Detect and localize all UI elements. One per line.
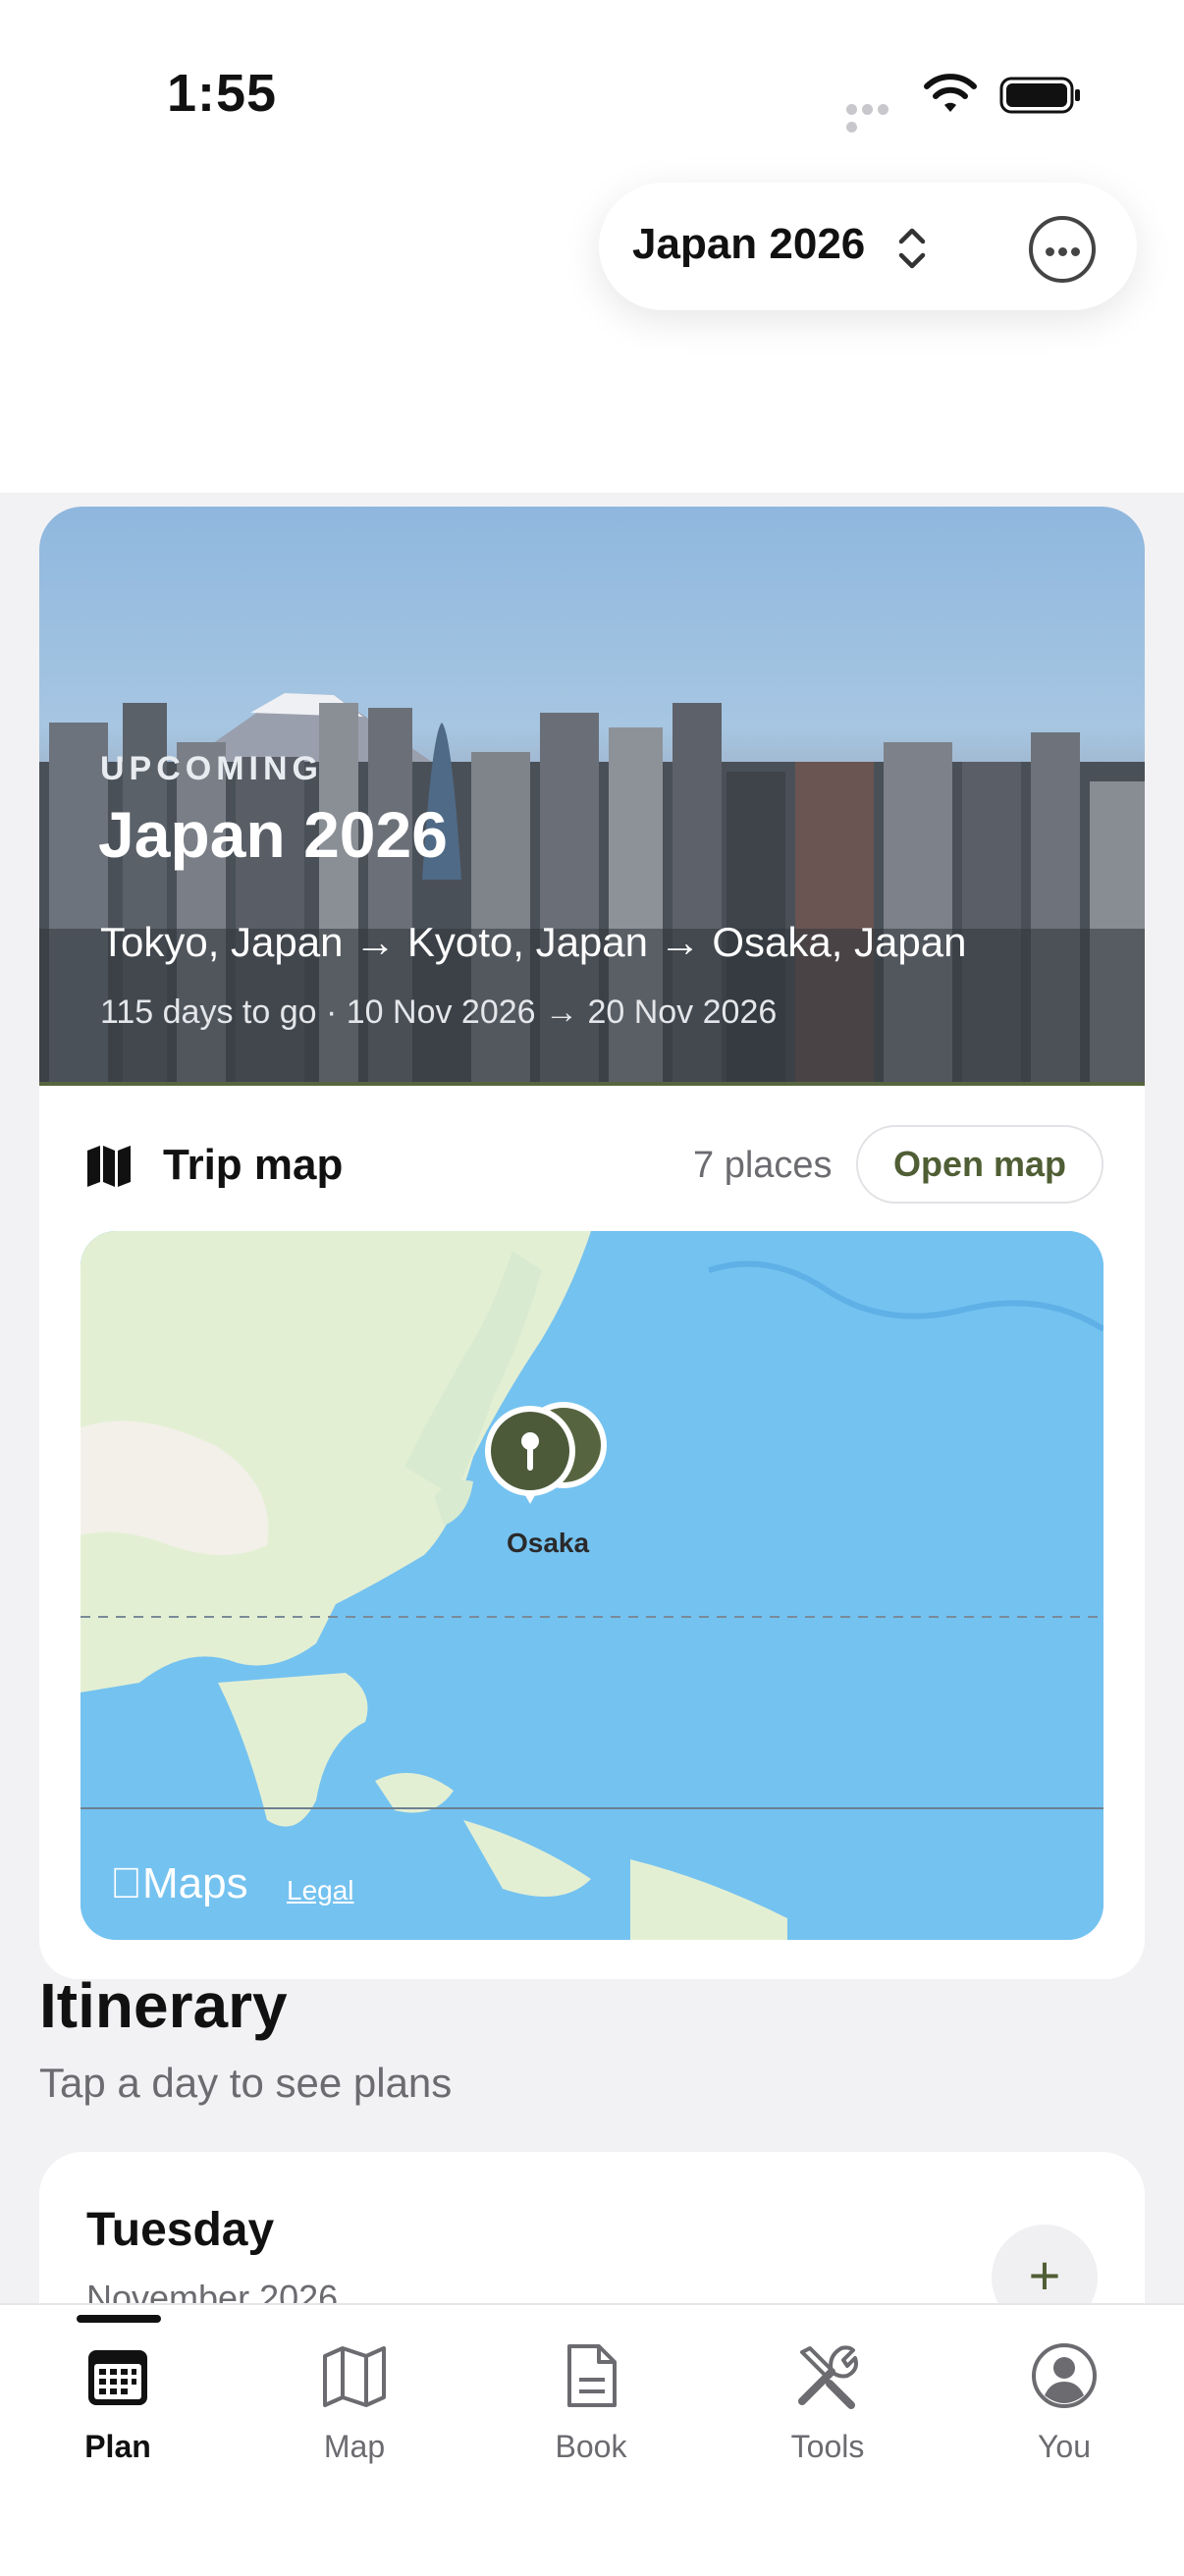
trip-map-card: Trip map 7 places Open map Osaka Maps Le… bbox=[39, 1086, 1145, 1979]
trip-hero-card[interactable]: UPCOMING Japan 2026 Tokyo, Japan → Kyoto… bbox=[39, 507, 1145, 1086]
apple-logo-icon:  bbox=[110, 1859, 142, 1907]
maps-brand-text: Maps bbox=[110, 1859, 248, 1907]
tab-you-label: You bbox=[1038, 2429, 1091, 2464]
more-options-button[interactable] bbox=[1029, 216, 1096, 283]
map-icon bbox=[323, 2346, 386, 2407]
itinerary-subtitle: Tap a day to see plans bbox=[39, 2060, 453, 2106]
trip-status-label: UPCOMING bbox=[100, 750, 323, 787]
wifi-icon bbox=[924, 74, 977, 112]
apple-maps-logo: Maps bbox=[110, 1859, 248, 1908]
battery-icon bbox=[999, 77, 1080, 114]
trip-switcher-label: Japan 2026 bbox=[632, 220, 866, 268]
person-icon bbox=[1032, 2343, 1097, 2408]
trip-switcher[interactable]: Japan 2026 bbox=[599, 183, 1137, 310]
trip-map-title: Trip map bbox=[163, 1141, 344, 1189]
itinerary-title: Itinerary bbox=[39, 1970, 288, 2041]
trip-title: Japan 2026 bbox=[98, 798, 448, 871]
tab-map[interactable]: Map bbox=[276, 2305, 433, 2501]
tab-you[interactable]: You bbox=[986, 2305, 1143, 2501]
legal-link[interactable]: Legal bbox=[287, 1875, 354, 1906]
tab-tools-label: Tools bbox=[790, 2429, 865, 2464]
tab-book-label: Book bbox=[555, 2429, 627, 2464]
day-name: Tuesday bbox=[86, 2204, 275, 2256]
trip-map-view[interactable]: Osaka Maps Legal bbox=[81, 1231, 1103, 1940]
tab-bar: Plan Map Book Tools You bbox=[0, 2303, 1184, 2576]
cellular-icon bbox=[846, 102, 907, 133]
tab-book[interactable]: Book bbox=[512, 2305, 670, 2501]
map-background bbox=[81, 1231, 1103, 1940]
status-time: 1:55 bbox=[167, 64, 278, 123]
location-pin-icon bbox=[485, 1402, 607, 1504]
tab-plan-label: Plan bbox=[84, 2429, 151, 2464]
calendar-icon bbox=[88, 2350, 147, 2405]
tab-map-label: Map bbox=[323, 2429, 386, 2464]
tools-icon bbox=[798, 2345, 858, 2409]
plus-icon: + bbox=[1028, 2244, 1061, 2306]
document-icon bbox=[567, 2344, 617, 2407]
places-count: 7 places bbox=[693, 1145, 833, 1186]
tab-plan[interactable]: Plan bbox=[39, 2305, 196, 2501]
map-icon bbox=[87, 1146, 131, 1187]
trip-route: Tokyo, Japan → Kyoto, Japan → Osaka, Jap… bbox=[100, 919, 967, 965]
map-place-label: Osaka bbox=[507, 1528, 590, 1558]
open-map-button[interactable]: Open map bbox=[856, 1125, 1103, 1204]
chevron-up-down-icon bbox=[898, 228, 926, 269]
trip-dates: 115 days to go · 10 Nov 2026 → 20 Nov 20… bbox=[100, 993, 778, 1031]
tab-tools[interactable]: Tools bbox=[749, 2305, 906, 2501]
